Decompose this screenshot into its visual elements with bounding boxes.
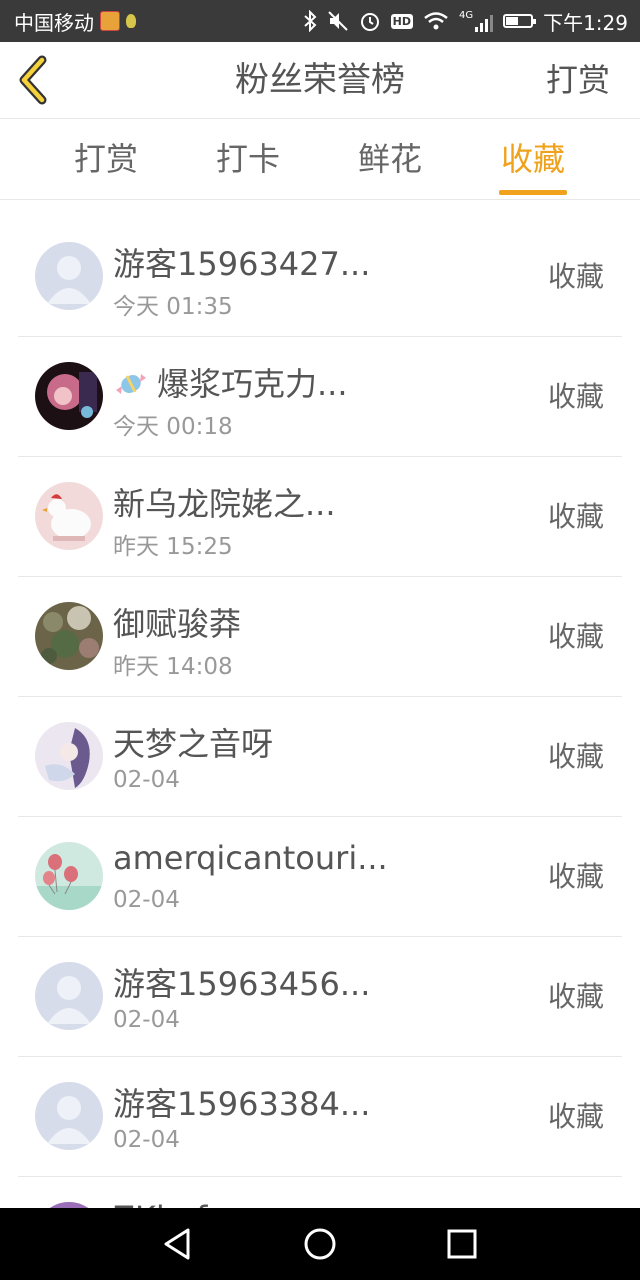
avatar xyxy=(35,602,103,670)
list-item[interactable]: amerqicantouri... 02-04 收藏 xyxy=(18,817,622,937)
tab-flowers[interactable]: 鲜花 xyxy=(340,119,440,199)
network-type: 4G xyxy=(458,10,474,21)
app-header: 粉丝荣誉榜 打赏 xyxy=(0,42,640,119)
circle-home-icon[interactable] xyxy=(300,1224,340,1264)
avatar xyxy=(35,962,103,1030)
timestamp: 昨天 14:08 xyxy=(113,654,233,680)
list-item[interactable]: 爆浆巧克力... 今天 00:18 收藏 xyxy=(18,337,622,457)
candy-icon xyxy=(116,374,146,394)
list-item[interactable]: 御赋骏莽 昨天 14:08 收藏 xyxy=(18,577,622,697)
status-bar: 中国移动 HD 4G 下午1:29 xyxy=(0,0,640,42)
reward-button[interactable]: 打赏 xyxy=(546,42,610,118)
list-item[interactable]: 天梦之音呀 02-04 收藏 xyxy=(18,697,622,817)
user-name-text: 爆浆巧克力... xyxy=(157,365,348,403)
list-item[interactable]: ZKimfe xyxy=(18,1177,622,1208)
timestamp: 今天 00:18 xyxy=(113,414,233,440)
tab-label: 收藏 xyxy=(500,140,565,178)
system-nav-bar xyxy=(0,1208,640,1280)
avatar xyxy=(35,362,103,430)
clock: 下午1:29 xyxy=(543,10,628,35)
list-item[interactable]: 游客15963427... 今天 01:35 收藏 xyxy=(18,217,622,337)
user-name: 爆浆巧克力... xyxy=(113,359,348,405)
action-label: 收藏 xyxy=(547,860,604,893)
timestamp: 02-04 xyxy=(113,1127,180,1153)
user-name: 天梦之音呀 xyxy=(113,725,274,763)
tab-label: 鲜花 xyxy=(357,140,422,178)
list-item[interactable]: 游客15963384... 02-04 收藏 xyxy=(18,1057,622,1177)
action-label: 收藏 xyxy=(547,380,604,413)
app-notification-icon xyxy=(100,11,120,31)
fan-list: 游客15963427... 今天 01:35 收藏 爆浆巧克力... 今天 00… xyxy=(0,200,640,1208)
avatar xyxy=(35,242,103,310)
avatar xyxy=(35,1082,103,1150)
list-item[interactable]: 新乌龙院姥之... 昨天 15:25 收藏 xyxy=(18,457,622,577)
hd-badge: HD xyxy=(390,13,413,29)
action-label: 收藏 xyxy=(547,500,604,533)
action-label: 收藏 xyxy=(547,740,604,773)
tab-reward[interactable]: 打赏 xyxy=(56,119,156,199)
signal-icon: 4G xyxy=(458,10,494,32)
timestamp: 今天 01:35 xyxy=(113,294,233,320)
user-name: 游客15963456... xyxy=(113,965,371,1003)
bluetooth-icon xyxy=(303,10,317,32)
user-name: amerqicantouri... xyxy=(113,839,388,877)
battery-icon xyxy=(503,14,537,28)
square-recents-icon[interactable] xyxy=(442,1224,482,1264)
user-name: 御赋骏莽 xyxy=(113,605,242,643)
avatar xyxy=(35,482,103,550)
alarm-icon xyxy=(360,13,379,31)
action-label: 收藏 xyxy=(547,620,604,653)
active-tab-indicator xyxy=(499,190,567,195)
tab-label: 打赏 xyxy=(73,140,138,178)
tab-checkin[interactable]: 打卡 xyxy=(198,119,298,199)
action-label: 收藏 xyxy=(547,1100,604,1133)
tab-favorites[interactable]: 收藏 xyxy=(483,119,583,199)
timestamp: 02-04 xyxy=(113,887,180,913)
action-label: 收藏 xyxy=(547,980,604,1013)
mute-icon xyxy=(327,11,348,31)
chevron-left-icon xyxy=(19,55,47,105)
user-name: 游客15963384... xyxy=(113,1085,371,1123)
avatar xyxy=(35,842,103,910)
bulb-icon xyxy=(126,14,136,28)
page-title: 粉丝荣誉榜 xyxy=(235,60,405,100)
tab-bar: 打赏 打卡 鲜花 收藏 xyxy=(0,119,640,200)
list-item[interactable]: 游客15963456... 02-04 收藏 xyxy=(18,937,622,1057)
back-button[interactable] xyxy=(14,54,58,106)
carrier-label: 中国移动 xyxy=(14,10,94,35)
timestamp: 昨天 15:25 xyxy=(113,534,233,560)
timestamp: 02-04 xyxy=(113,1007,180,1033)
triangle-back-icon[interactable] xyxy=(158,1224,198,1264)
action-label: 收藏 xyxy=(547,260,604,293)
avatar xyxy=(35,722,103,790)
user-name: 新乌龙院姥之... xyxy=(113,485,336,523)
wifi-icon xyxy=(424,12,448,30)
tab-label: 打卡 xyxy=(215,140,280,178)
user-name: 游客15963427... xyxy=(113,245,371,283)
timestamp: 02-04 xyxy=(113,767,180,793)
user-name: ZKimfe xyxy=(113,1199,227,1208)
